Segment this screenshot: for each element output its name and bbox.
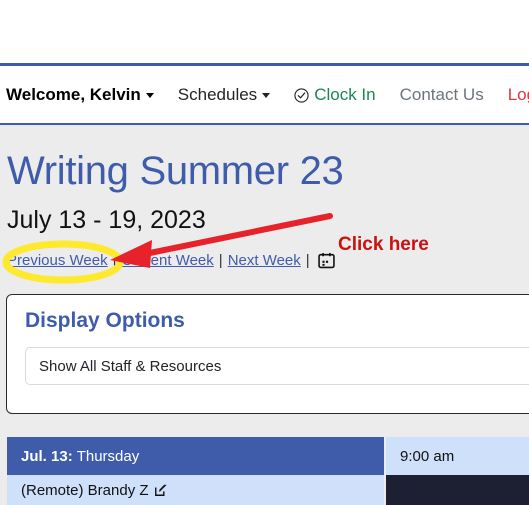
page-title: Writing Summer 23 [7, 149, 344, 193]
annotation-label: Click here [338, 234, 429, 255]
nav-item-log-out[interactable]: Log Out [494, 83, 529, 107]
main-content: Writing Summer 23 July 13 - 19, 2023 Pre… [0, 126, 529, 505]
table-row: Jul. 13: Thursday 9:00 am [7, 437, 529, 475]
date-range-label: July 13 - 19, 2023 [7, 206, 206, 234]
main-navbar: Welcome, Kelvin Schedules Clock In Conta… [0, 66, 529, 124]
schedule-empty-cell [386, 475, 529, 505]
page-header-strip [0, 0, 529, 63]
nav-contact-us-label: Contact Us [399, 85, 484, 104]
nav-schedules-label: Schedules [177, 85, 258, 104]
nav-item-contact-us[interactable]: Contact Us [386, 83, 494, 107]
schedule-time-cell: 9:00 am [386, 437, 529, 475]
edit-square-icon[interactable] [154, 483, 168, 497]
next-week-link[interactable]: Next Week [228, 252, 301, 269]
nav-welcome-label: Welcome, Kelvin [6, 85, 141, 104]
chevron-down-icon [262, 92, 271, 98]
circle-check-icon [294, 87, 309, 103]
table-row: (Remote) Brandy Z [7, 475, 529, 505]
nav-item-clock-in[interactable]: Clock In [280, 83, 385, 107]
current-week-link[interactable]: Current Week [122, 252, 214, 269]
schedule-staff-label: (Remote) Brandy Z [21, 481, 149, 499]
week-nav-separator: | [218, 252, 223, 269]
display-options-card: Display Options Show All Staff & Resourc… [6, 294, 529, 414]
staff-resources-select[interactable]: Show All Staff & Resources [25, 347, 529, 385]
week-navigation: Previous Week | Current Week | Next Week… [7, 252, 335, 269]
schedule-staff-cell[interactable]: (Remote) Brandy Z [7, 475, 386, 505]
schedule-table: Jul. 13: Thursday 9:00 am (Remote) Brand… [7, 437, 529, 505]
navbar-divider [0, 123, 529, 125]
nav-item-welcome-user[interactable]: Welcome, Kelvin [4, 83, 164, 107]
schedule-day-header: Jul. 13: Thursday [7, 437, 386, 475]
week-nav-separator: | [305, 252, 310, 269]
nav-log-out-label: Log Out [507, 85, 529, 104]
week-nav-separator: | [112, 252, 117, 269]
previous-week-link[interactable]: Previous Week [7, 252, 108, 269]
staff-resources-select-value: Show All Staff & Resources [39, 357, 222, 375]
chevron-down-icon [145, 92, 154, 98]
nav-item-schedules[interactable]: Schedules [164, 83, 280, 107]
schedule-date-label: Jul. 13: [21, 447, 73, 465]
schedule-weekday-label: Thursday [76, 447, 140, 465]
calendar-icon[interactable] [317, 252, 335, 269]
display-options-heading: Display Options [25, 309, 185, 332]
nav-clock-in-label: Clock In [314, 85, 376, 104]
schedule-time-label: 9:00 am [400, 447, 455, 465]
